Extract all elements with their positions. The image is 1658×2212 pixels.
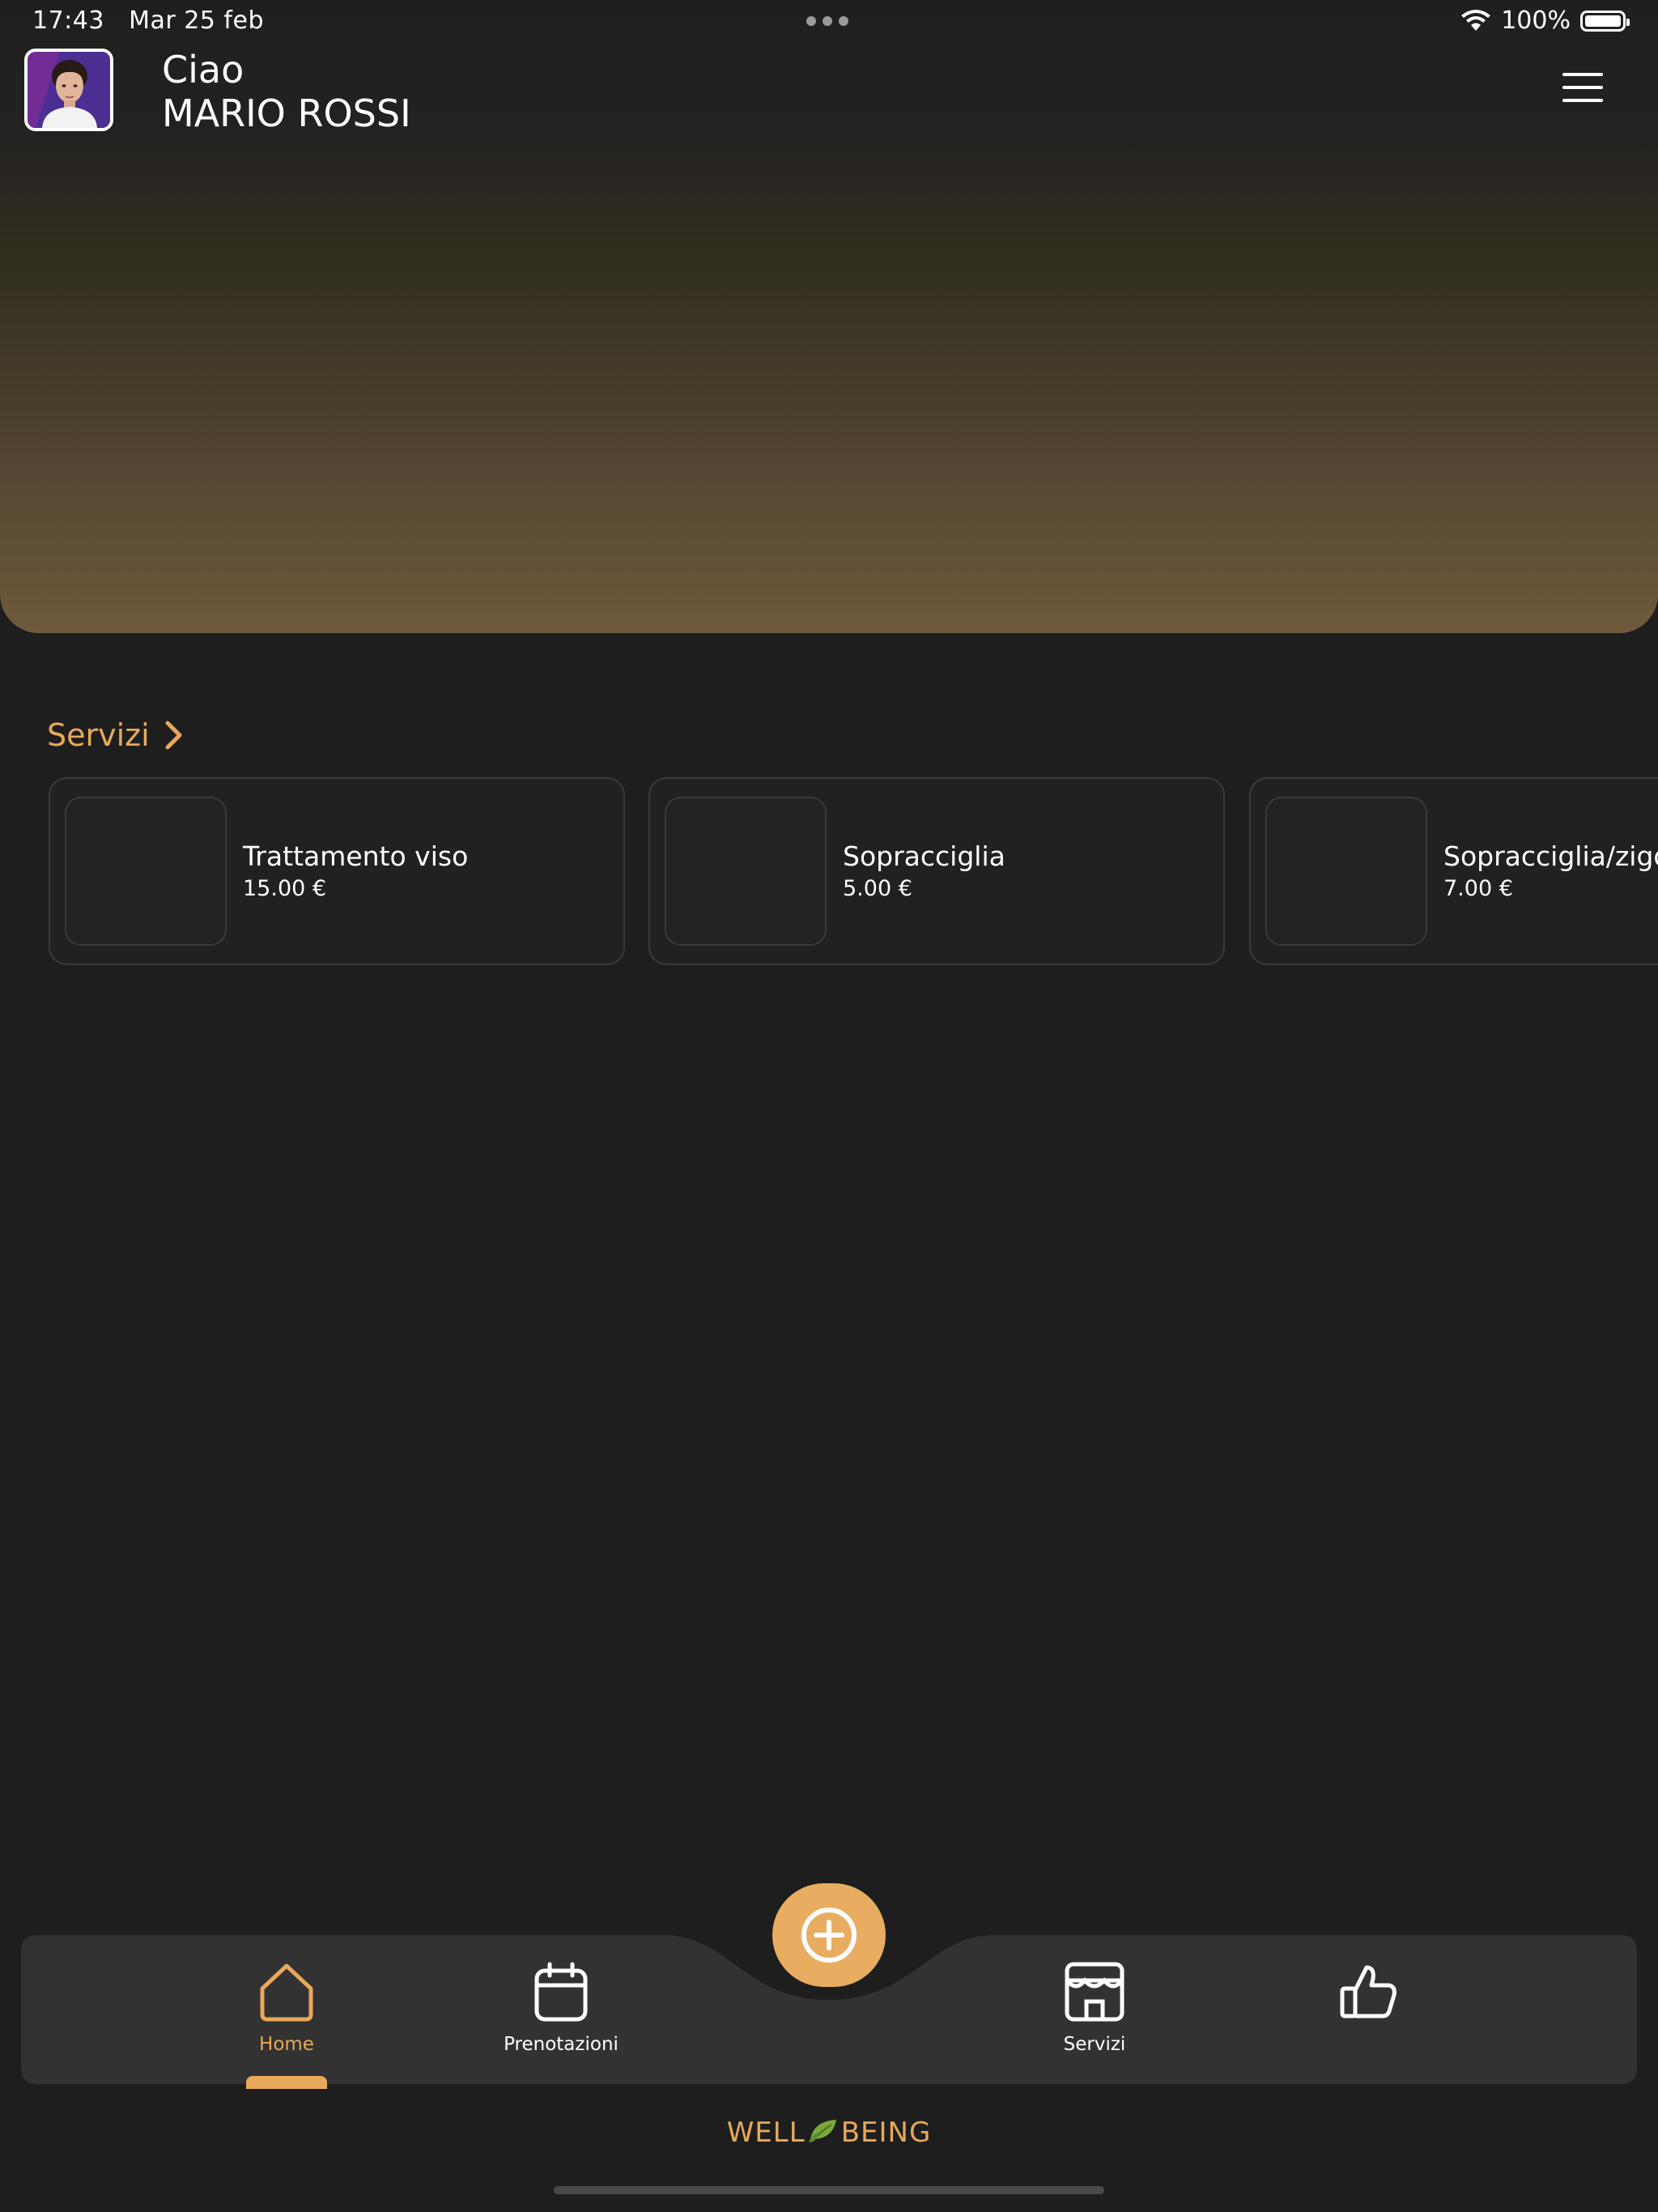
service-thumbnail	[1265, 797, 1427, 946]
status-indicators: 100%	[1460, 6, 1630, 35]
nav-favorites[interactable]	[1287, 1959, 1449, 2034]
service-name: Sopracciglia/zigomi	[1443, 840, 1658, 872]
store-icon	[1065, 1962, 1124, 2022]
services-section-link[interactable]: Servizi	[47, 717, 184, 753]
status-time: 17:43 Mar 25 feb	[32, 6, 264, 35]
service-thumbnail	[665, 797, 827, 946]
service-card[interactable]: Trattamento viso 15.00 €	[49, 777, 625, 965]
nav-bookings[interactable]: Prenotazioni	[480, 1959, 642, 2055]
brand-logo: WELL BEING	[0, 2116, 1658, 2151]
chevron-right-icon	[165, 721, 182, 750]
battery-fill	[1585, 15, 1621, 27]
services-carousel[interactable]: Trattamento viso 15.00 € Sopracciglia 5.…	[0, 777, 1658, 967]
thumbs-up-icon	[1340, 1965, 1397, 2018]
home-indicator[interactable]	[554, 2186, 1104, 2194]
wifi-icon	[1461, 9, 1491, 31]
services-section-title: Servizi	[47, 717, 150, 753]
nav-active-indicator	[246, 2076, 327, 2089]
service-price: 7.00 €	[1443, 876, 1513, 901]
greeting-text: Ciao	[162, 48, 244, 91]
app-screen: Ciao MARIO ROSSI 17:43 Mar 25 feb 100% S…	[0, 0, 1658, 2212]
service-card[interactable]: Sopracciglia/zigomi 7.00 €	[1249, 777, 1658, 965]
brand-left: WELL	[726, 2116, 806, 2149]
service-thumbnail	[65, 797, 227, 946]
battery-icon	[1580, 10, 1630, 32]
service-name: Trattamento viso	[243, 840, 469, 872]
user-name: MARIO ROSSI	[162, 91, 411, 135]
status-date: Mar 25 feb	[129, 6, 264, 35]
service-price: 5.00 €	[843, 876, 912, 901]
service-price: 15.00 €	[243, 876, 327, 901]
hamburger-menu-icon[interactable]	[1562, 73, 1606, 105]
calendar-icon	[534, 1962, 588, 2022]
plus-circle-icon	[801, 1908, 857, 1963]
status-clock: 17:43	[32, 6, 104, 35]
nav-home[interactable]: Home	[206, 1959, 368, 2055]
nav-services-label: Servizi	[1063, 2034, 1126, 2055]
leaf-icon	[807, 2116, 840, 2151]
header-hero: Ciao MARIO ROSSI	[0, 0, 1658, 633]
user-avatar	[28, 52, 110, 128]
nav-bookings-label: Prenotazioni	[504, 2034, 619, 2055]
brand-right: BEING	[840, 2116, 932, 2149]
battery-percent: 100%	[1501, 6, 1571, 35]
status-bar: 17:43 Mar 25 feb 100%	[0, 0, 1658, 44]
add-booking-button[interactable]	[772, 1883, 886, 1987]
avatar[interactable]	[24, 49, 113, 131]
service-card[interactable]: Sopracciglia 5.00 €	[648, 777, 1225, 965]
nav-services[interactable]: Servizi	[1014, 1959, 1175, 2055]
multitasking-dots-icon[interactable]	[806, 16, 848, 26]
service-name: Sopracciglia	[843, 840, 1005, 872]
nav-home-label: Home	[259, 2034, 314, 2055]
home-icon	[260, 1963, 313, 2022]
